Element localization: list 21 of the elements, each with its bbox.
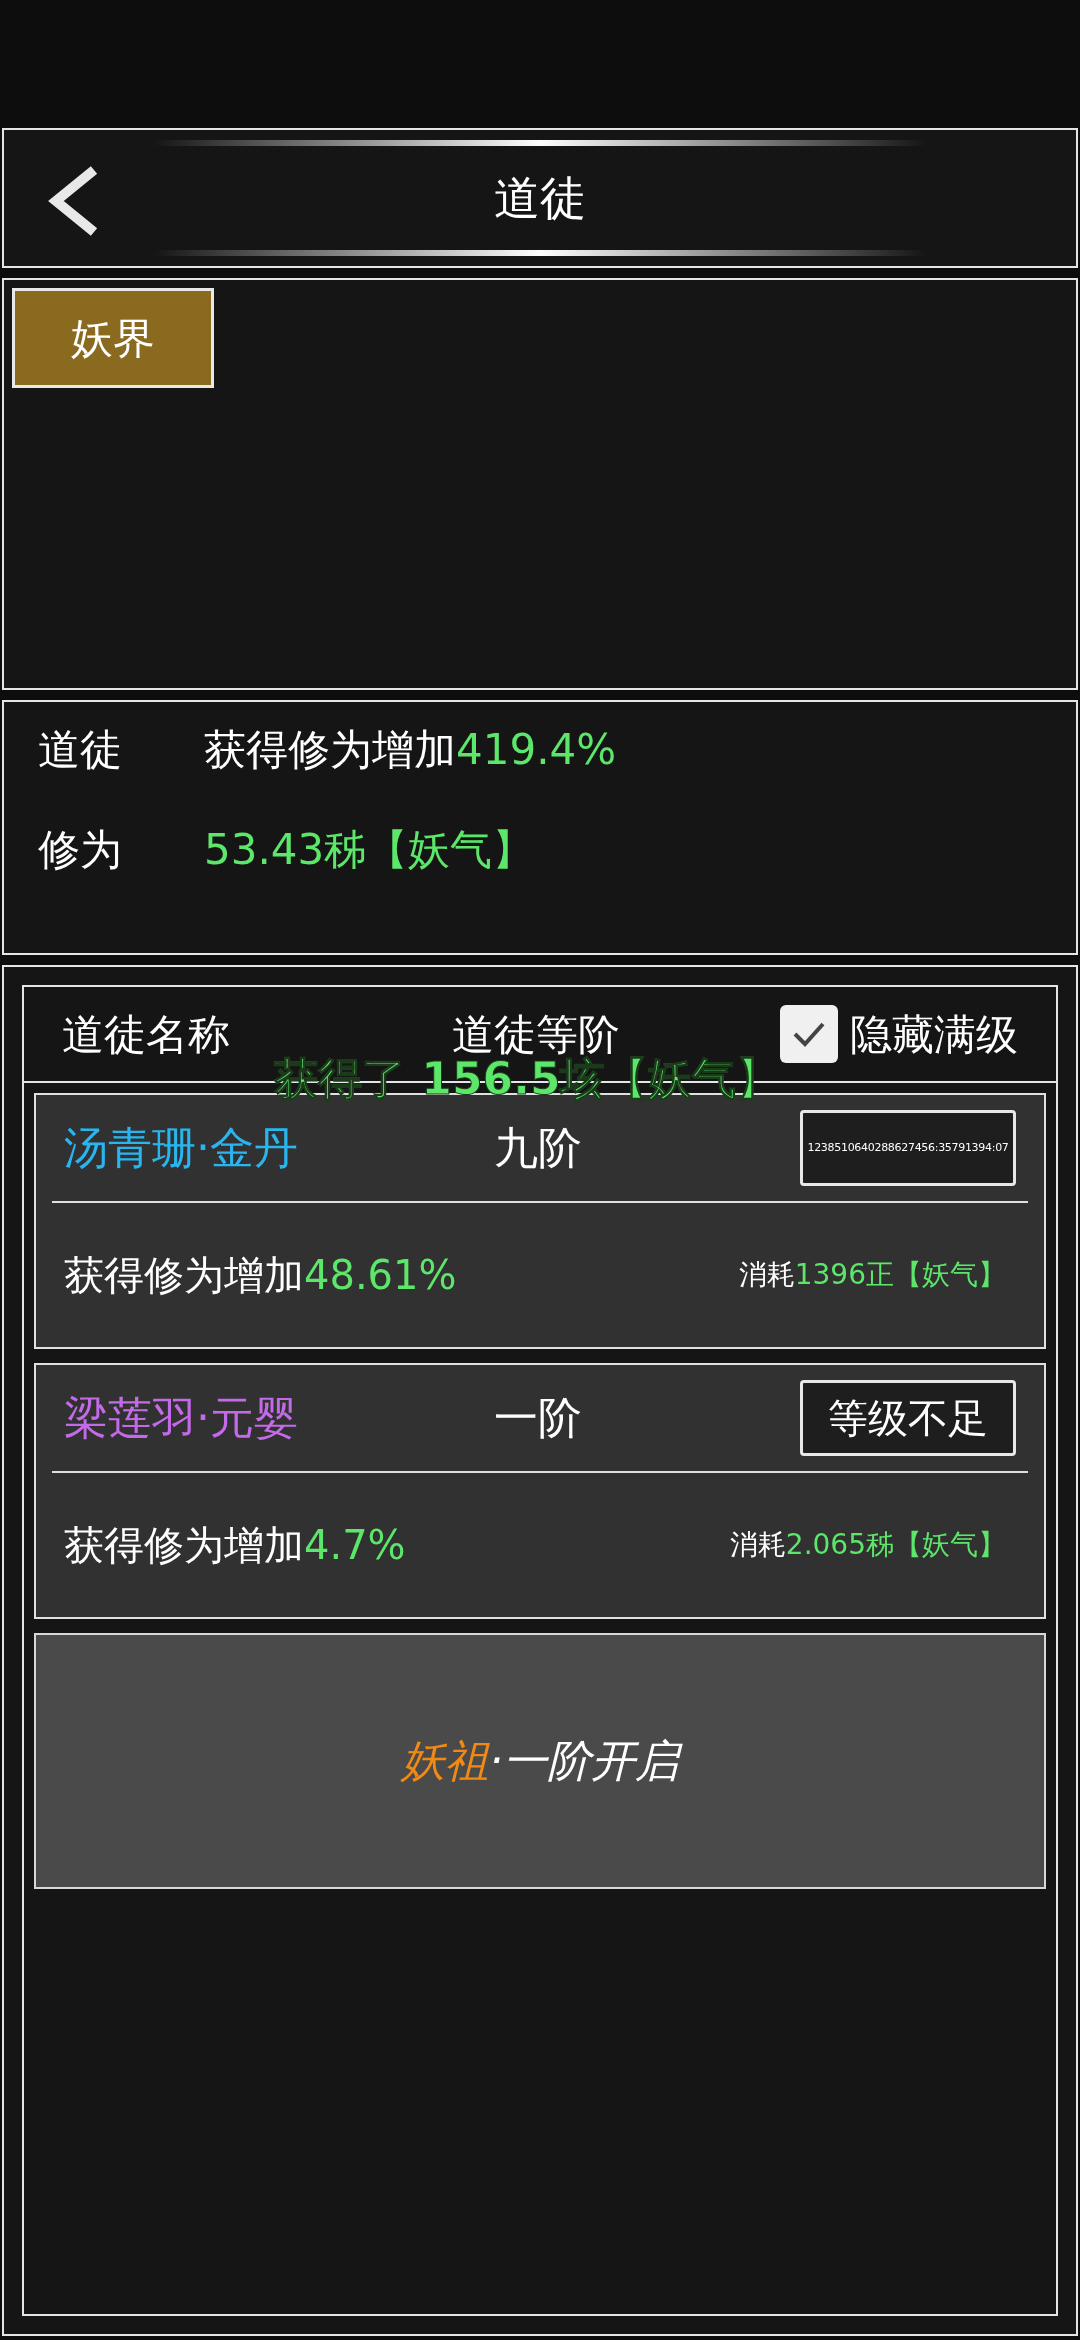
disciple-name: 汤青珊·金丹 bbox=[64, 1121, 299, 1175]
stat-label: 道徒 bbox=[38, 724, 123, 776]
column-header: 道徒名称 bbox=[62, 1008, 231, 1061]
disciple-rank: 一阶 bbox=[494, 1391, 583, 1445]
check-icon bbox=[792, 1020, 826, 1048]
cost-text: 消耗1396正【妖气】 bbox=[738, 1257, 1007, 1293]
upgrade-button[interactable]: 等级不足 bbox=[800, 1380, 1016, 1456]
page-title: 道徒 bbox=[494, 169, 586, 227]
hide-maxed-checkbox[interactable]: 隐藏满级 bbox=[780, 1002, 1018, 1066]
checkbox-label: 隐藏满级 bbox=[850, 1008, 1018, 1061]
stat-label: 修为 bbox=[38, 824, 123, 876]
countdown-button[interactable]: 1238510640288627456:35791394:07 bbox=[800, 1110, 1016, 1186]
bonus-text: 获得修为增加4.7% bbox=[64, 1521, 406, 1570]
disciple-name: 梁莲羽·元婴 bbox=[64, 1391, 299, 1445]
realm-tab[interactable]: 妖界 bbox=[12, 288, 214, 388]
stat-value: 53.43秭【妖气】 bbox=[204, 824, 535, 876]
stat-value: 获得修为增加419.4% bbox=[204, 724, 617, 776]
cost-text: 消耗2.065秭【妖气】 bbox=[729, 1527, 1007, 1563]
bonus-text: 获得修为增加48.61% bbox=[64, 1251, 457, 1300]
disciple-rank: 九阶 bbox=[494, 1121, 583, 1175]
column-header: 道徒等阶 bbox=[452, 1008, 621, 1059]
